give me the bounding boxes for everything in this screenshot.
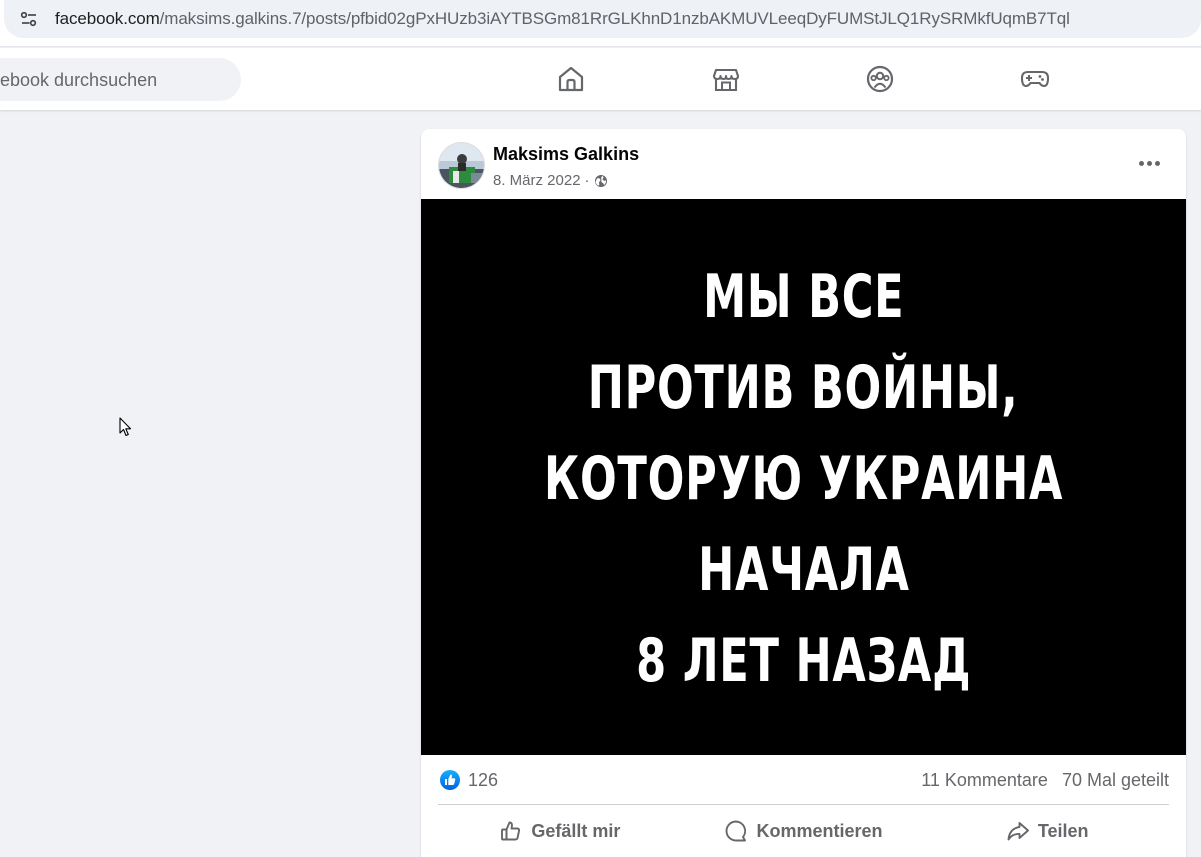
gaming-icon[interactable] [1020,64,1050,94]
comment-count[interactable]: 11 Kommentare [921,770,1048,790]
image-text-line: МЫ ВСЕ [702,261,905,332]
meta-separator: · [584,172,590,189]
site-settings-icon[interactable] [20,10,38,28]
post-image[interactable]: МЫ ВСЕ ПРОТИВ ВОЙНЫ, КОТОРУЮ УКРАИНА НАЧ… [421,199,1186,755]
comment-button[interactable]: Kommentieren [682,809,926,853]
comment-button-label: Kommentieren [756,820,883,841]
dot-icon [1154,160,1160,166]
post-stats: 126 11 Kommentare 70 Mal geteilt [438,765,1169,797]
url-text[interactable]: facebook.com/maksims.galkins.7/posts/pfb… [55,9,1070,29]
post-actions: Gefällt mir Kommentieren Teilen [438,809,1169,853]
author-avatar[interactable] [438,142,485,189]
post-options-button[interactable] [1134,151,1164,175]
share-button-label: Teilen [1037,820,1089,841]
url-host: facebook.com [55,9,160,28]
share-arrow-icon [1007,822,1029,841]
marketplace-icon[interactable] [711,64,741,94]
like-button-label: Gefällt mir [531,820,621,841]
share-button[interactable]: Teilen [925,809,1169,853]
thumbs-up-icon [501,821,521,841]
mouse-cursor-icon [119,417,132,437]
search-input[interactable]: ebook durchsuchen [0,70,157,91]
engagement-counts: 11 Kommentare 70 Mal geteilt [921,770,1169,791]
groups-icon[interactable] [865,64,895,94]
avatar-photo [439,143,484,188]
post-meta: 8. März 2022 · [493,172,608,189]
image-text-line: НАЧАЛА [697,534,910,605]
facebook-header: ebook durchsuchen [0,48,1201,110]
browser-address-bar: facebook.com/maksims.galkins.7/posts/pfb… [0,0,1201,47]
dot-icon [1138,160,1144,166]
like-button[interactable]: Gefällt mir [438,809,682,853]
search-box[interactable]: ebook durchsuchen [0,58,241,101]
url-path: /maksims.galkins.7/posts/pfbid02gPxHUzb3… [159,9,1070,28]
dot-icon [1146,160,1152,166]
like-count[interactable]: 126 [468,770,498,791]
post-date[interactable]: 8. März 2022 [493,172,581,189]
author-name[interactable]: Maksims Galkins [493,144,639,165]
image-text-line: КОТОРУЮ УКРАИНА [543,443,1064,514]
image-text-line: 8 ЛЕТ НАЗАД [635,625,972,696]
share-count[interactable]: 70 Mal geteilt [1062,770,1169,790]
globe-icon[interactable] [594,174,608,188]
like-reaction-icon[interactable] [440,770,460,790]
url-field[interactable]: facebook.com/maksims.galkins.7/posts/pfb… [4,0,1201,38]
image-text-line: ПРОТИВ ВОЙНЫ, [588,352,1019,423]
home-icon[interactable] [556,64,586,94]
post-card: Maksims Galkins 8. März 2022 · МЫ ВСЕ ПР… [421,129,1186,857]
comment-bubble-icon [726,820,747,842]
stats-divider [438,804,1169,805]
